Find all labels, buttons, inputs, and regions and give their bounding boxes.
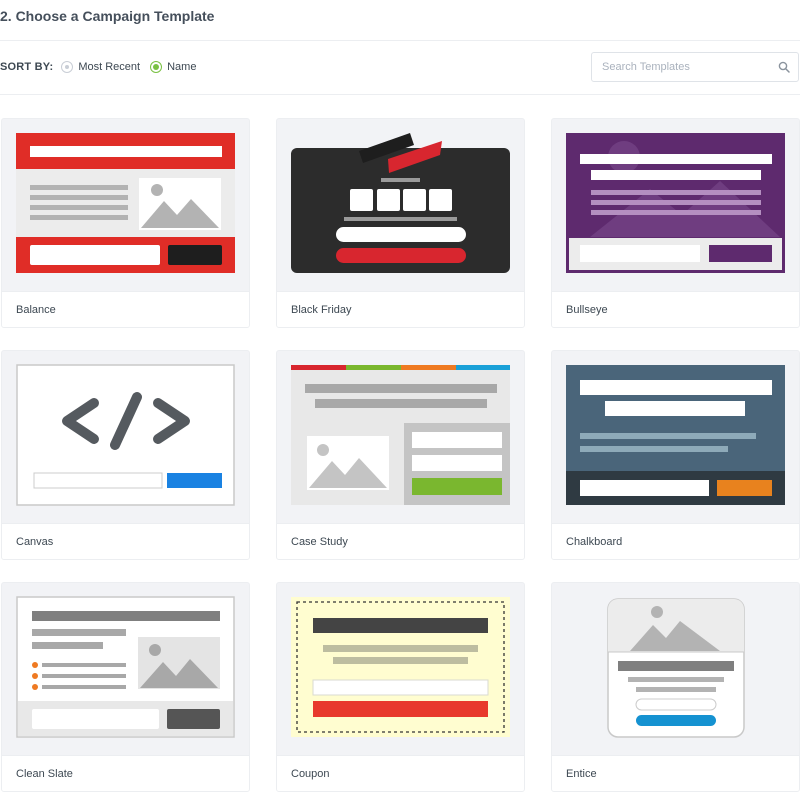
coupon-preview xyxy=(291,597,510,737)
search-icon[interactable] xyxy=(778,61,790,73)
sort-option-label: Name xyxy=(167,61,197,73)
template-name: Coupon xyxy=(277,755,524,791)
sort-option-name[interactable]: Name xyxy=(150,61,196,73)
template-card-canvas[interactable]: Canvas xyxy=(1,350,250,560)
template-thumbnail xyxy=(552,119,799,291)
template-thumbnail xyxy=(2,583,249,755)
canvas-preview xyxy=(16,364,235,506)
bullseye-preview xyxy=(566,133,785,273)
template-card-black-friday[interactable]: Black Friday xyxy=(276,118,525,328)
template-thumbnail xyxy=(2,351,249,523)
template-card-case-study[interactable]: Case Study xyxy=(276,350,525,560)
page-title: 2. Choose a Campaign Template xyxy=(0,8,215,24)
sort-bar: SORT BY: Most Recent Name xyxy=(0,60,206,74)
template-name: Entice xyxy=(552,755,799,791)
template-card-coupon[interactable]: Coupon xyxy=(276,582,525,792)
template-name: Clean Slate xyxy=(2,755,249,791)
black-friday-preview xyxy=(291,133,510,273)
entice-preview xyxy=(607,598,745,738)
template-thumbnail xyxy=(2,119,249,291)
template-name: Black Friday xyxy=(277,291,524,327)
toolbar-divider xyxy=(0,94,800,95)
sort-option-most-recent[interactable]: Most Recent xyxy=(61,61,140,73)
chalkboard-preview xyxy=(566,365,785,505)
sort-label: SORT BY: xyxy=(0,61,54,73)
template-name: Balance xyxy=(2,291,249,327)
case-study-preview xyxy=(291,365,510,505)
balance-preview xyxy=(16,133,235,273)
template-name: Case Study xyxy=(277,523,524,559)
template-thumbnail xyxy=(552,583,799,755)
template-card-chalkboard[interactable]: Chalkboard xyxy=(551,350,800,560)
template-name: Canvas xyxy=(2,523,249,559)
search-box xyxy=(591,52,799,82)
clean-slate-preview xyxy=(16,596,235,738)
template-thumbnail xyxy=(277,119,524,291)
radio-most-recent[interactable] xyxy=(61,61,74,73)
template-thumbnail xyxy=(277,351,524,523)
template-card-balance[interactable]: Balance xyxy=(1,118,250,328)
template-name: Chalkboard xyxy=(552,523,799,559)
sort-option-label: Most Recent xyxy=(78,61,141,73)
template-card-bullseye[interactable]: Bullseye xyxy=(551,118,800,328)
template-card-entice[interactable]: Entice xyxy=(551,582,800,792)
template-thumbnail xyxy=(277,583,524,755)
template-card-clean-slate[interactable]: Clean Slate xyxy=(1,582,250,792)
template-thumbnail xyxy=(552,351,799,523)
radio-name[interactable] xyxy=(150,61,163,73)
header-divider xyxy=(0,40,800,41)
search-input[interactable] xyxy=(592,53,762,81)
template-name: Bullseye xyxy=(552,291,799,327)
